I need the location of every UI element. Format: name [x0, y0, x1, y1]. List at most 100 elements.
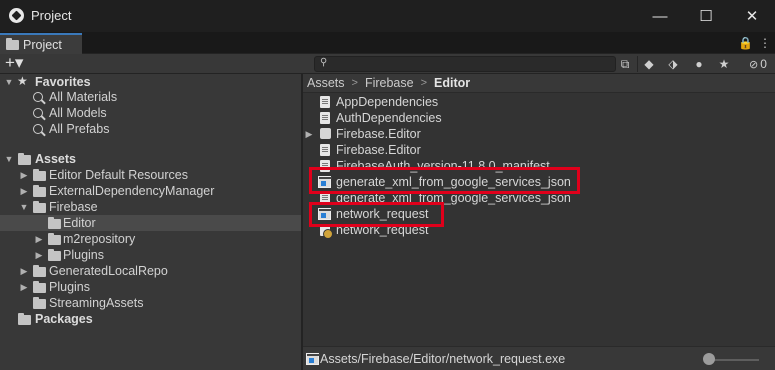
python-script-icon — [320, 192, 330, 204]
filter-by-type-icon[interactable]: ◆ — [638, 55, 660, 73]
file-item-label: generate_xml_from_google_services_json — [336, 175, 571, 189]
tree-item-m2repository[interactable]: ▶ m2repository — [0, 231, 301, 247]
slider-handle[interactable] — [703, 353, 715, 365]
file-item-generate-xml-exe[interactable]: generate_xml_from_google_services_json — [303, 174, 775, 190]
lock-icon[interactable]: 🔒 — [738, 36, 753, 50]
folder-icon — [48, 217, 61, 229]
breadcrumb-assets[interactable]: Assets — [307, 76, 345, 90]
tab-project-label: Project — [23, 37, 62, 52]
tree-item-firebase-plugins[interactable]: ▶ Plugins — [0, 247, 301, 263]
create-asset-button[interactable]: +▾ — [5, 54, 35, 73]
important-icon[interactable]: ● — [688, 55, 710, 73]
tree-item-streaming-assets[interactable]: StreamingAssets — [0, 295, 301, 311]
expand-arrow-icon[interactable]: ▼ — [4, 77, 14, 87]
executable-icon — [318, 208, 332, 220]
python-script-icon — [320, 224, 333, 239]
file-item-label: network_request — [336, 223, 429, 237]
tree-item-label: Assets — [35, 152, 76, 166]
search-field[interactable]: ⚲ — [314, 56, 616, 72]
search-icon — [33, 92, 43, 102]
tree-item-all-prefabs[interactable]: All Prefabs — [0, 121, 301, 137]
tree-item-label: ExternalDependencyManager — [49, 184, 215, 198]
folder-icon — [33, 169, 46, 181]
file-item-network-request-exe[interactable]: network_request — [303, 206, 775, 222]
window-title: Project — [31, 8, 72, 23]
tree-item-firebase[interactable]: ▼ Firebase — [0, 199, 301, 215]
minimize-button[interactable]: — — [637, 0, 683, 32]
search-input[interactable] — [331, 57, 611, 71]
file-item-generate-xml-script[interactable]: generate_xml_from_google_services_json — [303, 190, 775, 206]
maximize-button[interactable]: ☐ — [683, 0, 729, 32]
file-item-label: AuthDependencies — [336, 111, 442, 125]
tree-item-label: All Models — [49, 106, 107, 120]
folder-icon — [33, 281, 46, 293]
tree-item-label: All Materials — [49, 90, 118, 104]
collapse-arrow-icon[interactable]: ▶ — [34, 250, 44, 261]
star-icon: ★ — [17, 74, 28, 88]
search-icon: ⚲ — [320, 57, 328, 68]
folder-icon — [48, 233, 61, 245]
text-document-icon — [320, 96, 330, 108]
tree-item-label: Editor Default Resources — [49, 168, 188, 182]
tree-item-generated-local-repo[interactable]: ▶ GeneratedLocalRepo — [0, 263, 301, 279]
collapse-arrow-icon[interactable]: ▶ — [19, 282, 29, 293]
file-item-auth-dependencies[interactable]: AuthDependencies — [303, 110, 775, 126]
tree-item-label: m2repository — [63, 232, 136, 246]
filter-by-label-icon[interactable]: ⬗ — [662, 55, 684, 73]
tree-item-packages[interactable]: Packages — [0, 311, 301, 327]
icon-size-slider[interactable] — [709, 359, 759, 361]
close-button[interactable]: ✕ — [729, 0, 775, 32]
collapse-arrow-icon[interactable]: ▶ — [19, 170, 29, 181]
assembly-icon — [320, 128, 331, 139]
file-item-network-request-script[interactable]: network_request — [303, 222, 775, 239]
tree-item-label: Favorites — [35, 75, 91, 89]
folder-open-icon — [18, 153, 31, 165]
text-document-icon — [320, 144, 330, 156]
collapse-arrow-icon[interactable]: ▶ — [304, 129, 314, 140]
collapse-arrow-icon[interactable]: ▶ — [34, 234, 44, 245]
hidden-packages-count: 0 — [760, 57, 767, 71]
unity-logo-icon — [9, 8, 24, 23]
expand-arrow-icon[interactable]: ▼ — [19, 202, 29, 212]
chevron-right-icon: > — [351, 77, 358, 89]
project-toolbar: +▾ ⚲ ⧉ ◆ ⬗ ● ★ ⊘ 0 — [0, 54, 775, 74]
tree-item-label: Firebase — [49, 200, 98, 214]
tree-item-all-models[interactable]: All Models — [0, 105, 301, 121]
tree-item-label: Packages — [35, 312, 93, 326]
text-document-icon — [320, 160, 330, 172]
tree-item-editor[interactable]: Editor — [0, 215, 301, 231]
tree-item-label: All Prefabs — [49, 122, 110, 136]
tree-item-all-materials[interactable]: All Materials — [0, 89, 301, 105]
search-in-scene-icon[interactable]: ⧉ — [614, 55, 636, 73]
file-item-label: FirebaseAuth_version-11.8.0_manifest — [336, 159, 550, 173]
tree-item-label: Editor — [63, 216, 96, 230]
tree-item-assets[interactable]: ▼ Assets — [0, 151, 301, 167]
file-item-firebase-editor-doc[interactable]: Firebase.Editor — [303, 142, 775, 158]
expand-arrow-icon[interactable]: ▼ — [4, 154, 14, 164]
tree-item-editor-default-resources[interactable]: ▶ Editor Default Resources — [0, 167, 301, 183]
file-item-label: network_request — [336, 207, 429, 221]
executable-icon — [306, 353, 320, 365]
file-item-label: generate_xml_from_google_services_json — [336, 191, 571, 205]
collapse-arrow-icon[interactable]: ▶ — [19, 186, 29, 197]
breadcrumb-firebase[interactable]: Firebase — [365, 76, 414, 90]
breadcrumb-editor[interactable]: Editor — [434, 76, 470, 90]
tab-project[interactable]: Project — [0, 33, 82, 54]
folder-tree-panel: ▼ ★ Favorites All Materials All Models A… — [0, 74, 301, 370]
tree-item-label: Plugins — [63, 248, 104, 262]
collapse-arrow-icon[interactable]: ▶ — [19, 266, 29, 277]
file-item-firebase-auth-manifest[interactable]: FirebaseAuth_version-11.8.0_manifest — [303, 158, 775, 174]
folder-icon — [33, 297, 46, 309]
file-item-app-dependencies[interactable]: AppDependencies — [303, 94, 775, 110]
tree-item-plugins[interactable]: ▶ Plugins — [0, 279, 301, 295]
title-bar: Project — ☐ ✕ — [0, 0, 775, 32]
file-item-firebase-editor-assembly[interactable]: ▶ Firebase.Editor — [303, 126, 775, 142]
tree-item-external-dependency-manager[interactable]: ▶ ExternalDependencyManager — [0, 183, 301, 199]
tab-bar: Project 🔒 ⋮ — [0, 32, 775, 54]
hidden-packages-icon[interactable]: ⊘ 0 — [743, 55, 773, 73]
search-icon — [33, 124, 43, 134]
tree-item-favorites[interactable]: ▼ ★ Favorites — [0, 74, 301, 90]
tab-menu-icon[interactable]: ⋮ — [759, 36, 771, 50]
file-item-label: Firebase.Editor — [336, 127, 421, 141]
favorite-star-icon[interactable]: ★ — [713, 55, 735, 73]
